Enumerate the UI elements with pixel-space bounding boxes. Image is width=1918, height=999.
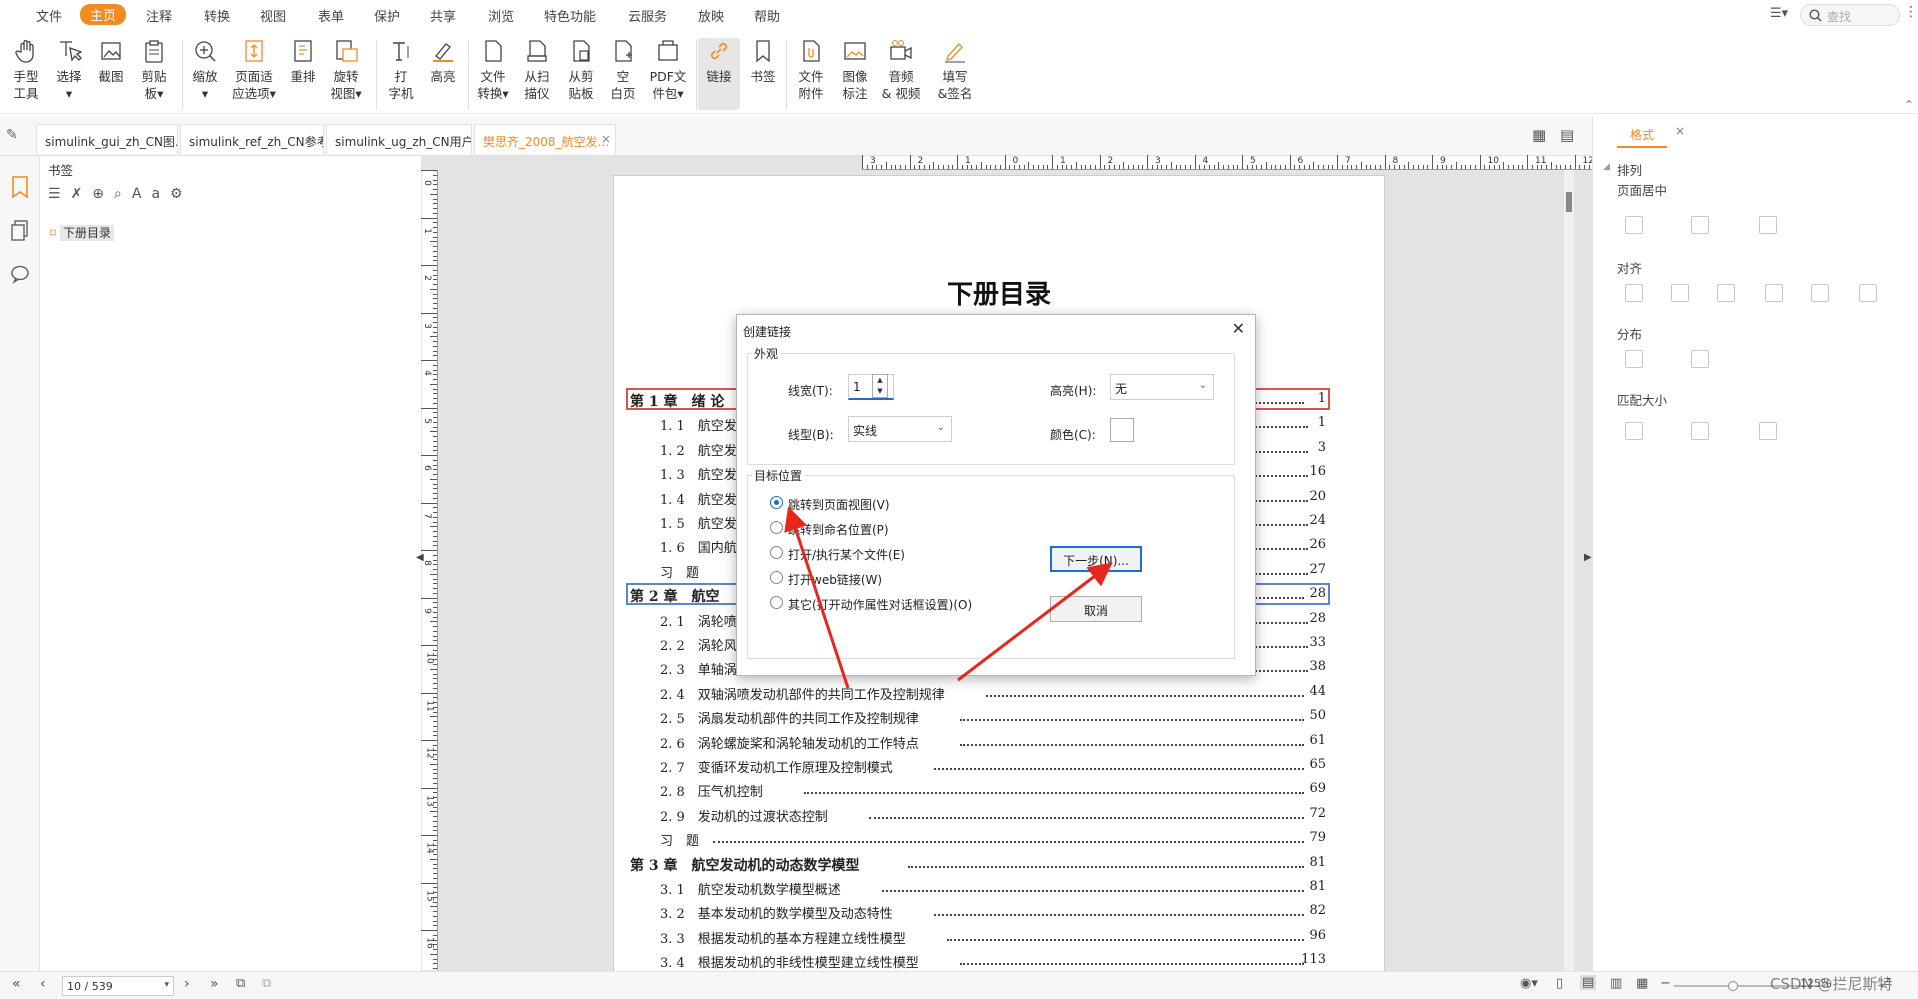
- watermark: CSDN @拦尼斯特: [1770, 975, 1893, 993]
- continuous-page-icon[interactable]: ▤: [1580, 975, 1597, 990]
- next-page-icon[interactable]: ›: [184, 976, 190, 992]
- prev-page-icon[interactable]: ‹: [40, 976, 46, 992]
- page-number-input[interactable]: 10 / 539 ▾: [62, 976, 174, 996]
- annotation-arrows: [784, 506, 1113, 689]
- last-page-icon[interactable]: »: [210, 976, 219, 992]
- page-indicator: 10 / 539: [67, 980, 113, 993]
- arrow-to-next-button: [957, 562, 1113, 682]
- zoom-out-icon[interactable]: −: [1660, 976, 1671, 991]
- fullscreen-icon[interactable]: ⤢: [1880, 976, 1890, 991]
- grid-page-icon[interactable]: ▦: [1636, 976, 1648, 991]
- status-bar: « ‹ 10 / 539 ▾ › » ⧉ ⧉ ◉▾ ▯ ▤ ▥ ▦ − 125%…: [0, 971, 1918, 999]
- first-page-icon[interactable]: «: [12, 976, 21, 992]
- single-page-icon[interactable]: ▯: [1556, 976, 1563, 991]
- two-page-icon[interactable]: ▥: [1610, 976, 1622, 991]
- read-mode-icon[interactable]: ◉▾: [1520, 976, 1538, 991]
- copy-page-icon[interactable]: ⧉: [236, 976, 245, 991]
- zoom-slider-handle[interactable]: [1728, 981, 1738, 991]
- paste-page-icon[interactable]: ⧉: [262, 976, 271, 991]
- arrow-to-radio: [784, 506, 850, 689]
- chevron-down-icon: ▾: [164, 980, 169, 990]
